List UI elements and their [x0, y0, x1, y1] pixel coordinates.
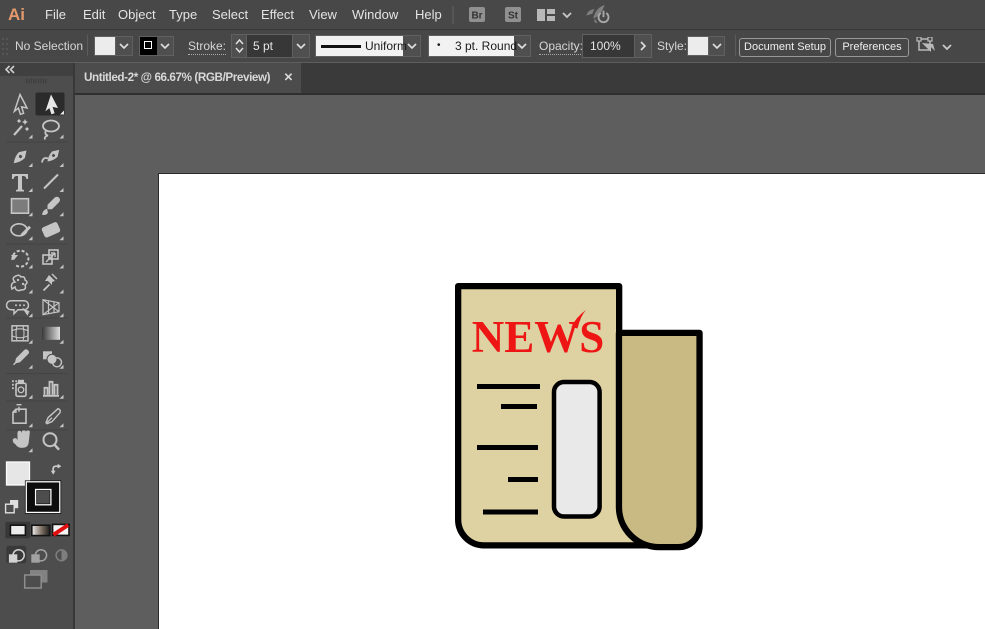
svg-text:Br: Br [471, 11, 482, 22]
svg-text:St: St [508, 11, 519, 22]
svg-text:NEWS: NEWS [472, 312, 605, 362]
